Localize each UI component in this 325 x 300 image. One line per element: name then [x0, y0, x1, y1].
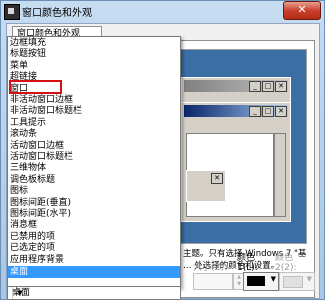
- preview-message-buttons: ✕: [211, 173, 223, 184]
- preview-active-buttons: _ □ ✕: [249, 106, 287, 117]
- color1-button[interactable]: ▼: [243, 272, 279, 291]
- preview-active-window: _ □ ✕: [181, 102, 291, 222]
- close-icon: ✕: [275, 106, 287, 117]
- item-select[interactable]: 桌面 ▼: [7, 286, 181, 300]
- preview-scrollbar: [274, 133, 286, 217]
- close-button[interactable]: ✕: [283, 1, 321, 20]
- close-icon: ✕: [275, 81, 287, 92]
- window-title: 窗口颜色和外观: [22, 8, 92, 19]
- preview-inactive-buttons: _ □ ✕: [249, 81, 287, 92]
- color2-button: ▼: [279, 272, 315, 291]
- minimize-icon: _: [249, 106, 261, 117]
- size-input[interactable]: [193, 273, 233, 290]
- chevron-down-icon: ▼: [306, 275, 312, 283]
- preview-message-box: ✕: [186, 170, 226, 202]
- color2-label: 颜色 2(2):: [275, 253, 297, 273]
- list-item[interactable]: 应用程序背景: [8, 254, 180, 266]
- display-settings-icon: [4, 4, 20, 20]
- highlight-box: [9, 80, 62, 94]
- chevron-down-icon: ▼: [270, 275, 276, 283]
- color1-label: 颜色 1(L):: [237, 253, 258, 273]
- title-bar[interactable]: 窗口颜色和外观 ✕: [0, 0, 325, 22]
- item-dropdown-list[interactable]: 边框填充 标题按钮 菜单 超链接 窗口 非活动窗口边框 非活动窗口标题栏 工具提…: [7, 36, 181, 288]
- list-item-selected[interactable]: 桌面: [8, 266, 180, 279]
- color2-swatch: [283, 276, 303, 288]
- color1-swatch: [247, 276, 265, 286]
- size-label: 大小(Z):: [193, 263, 228, 273]
- minimize-icon: _: [249, 81, 261, 92]
- maximize-icon: □: [262, 81, 274, 92]
- close-icon: ✕: [211, 173, 223, 184]
- maximize-icon: □: [262, 106, 274, 117]
- chevron-down-icon: ▼: [12, 287, 27, 299]
